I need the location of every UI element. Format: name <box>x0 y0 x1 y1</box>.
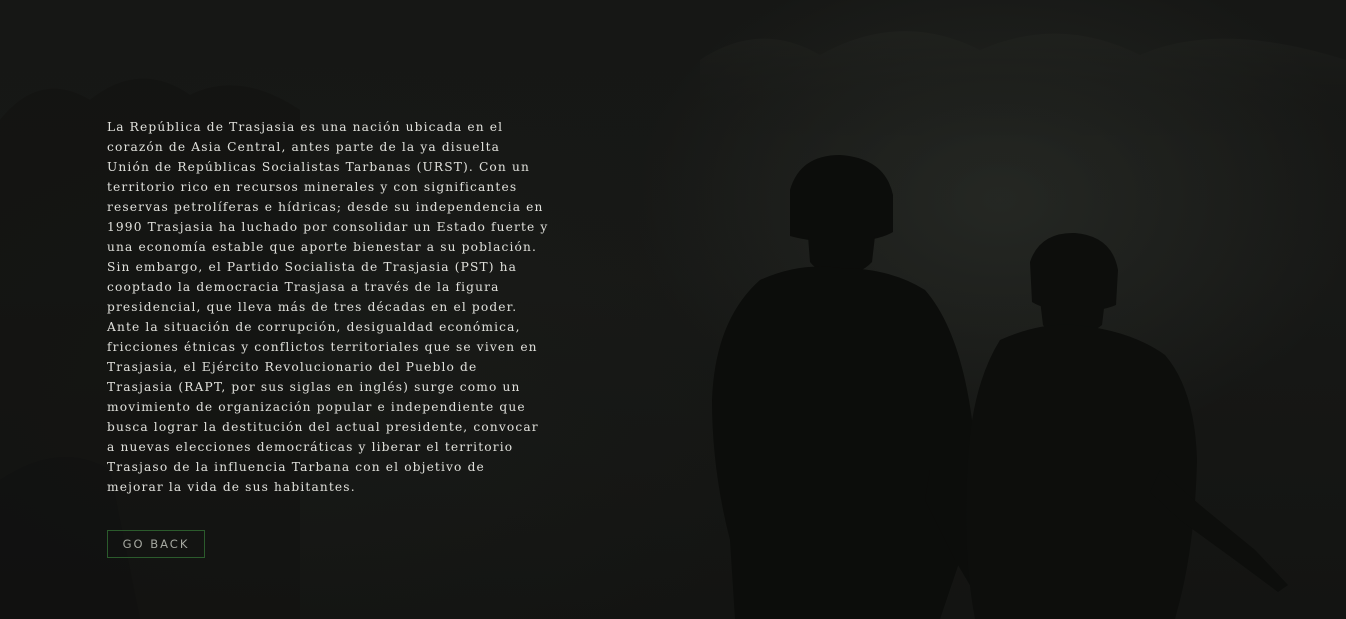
soldier-silhouette-left <box>712 155 1005 619</box>
soldier-silhouette-right <box>966 232 1288 619</box>
page-background: La República de Trasjasia es una nación … <box>0 0 1346 619</box>
go-back-button[interactable]: GO BACK <box>107 530 205 558</box>
article-content: La República de Trasjasia es una nación … <box>107 117 607 497</box>
article-paragraph: La República de Trasjasia es una nación … <box>107 120 549 494</box>
foliage-silhouette-right <box>700 31 1346 141</box>
